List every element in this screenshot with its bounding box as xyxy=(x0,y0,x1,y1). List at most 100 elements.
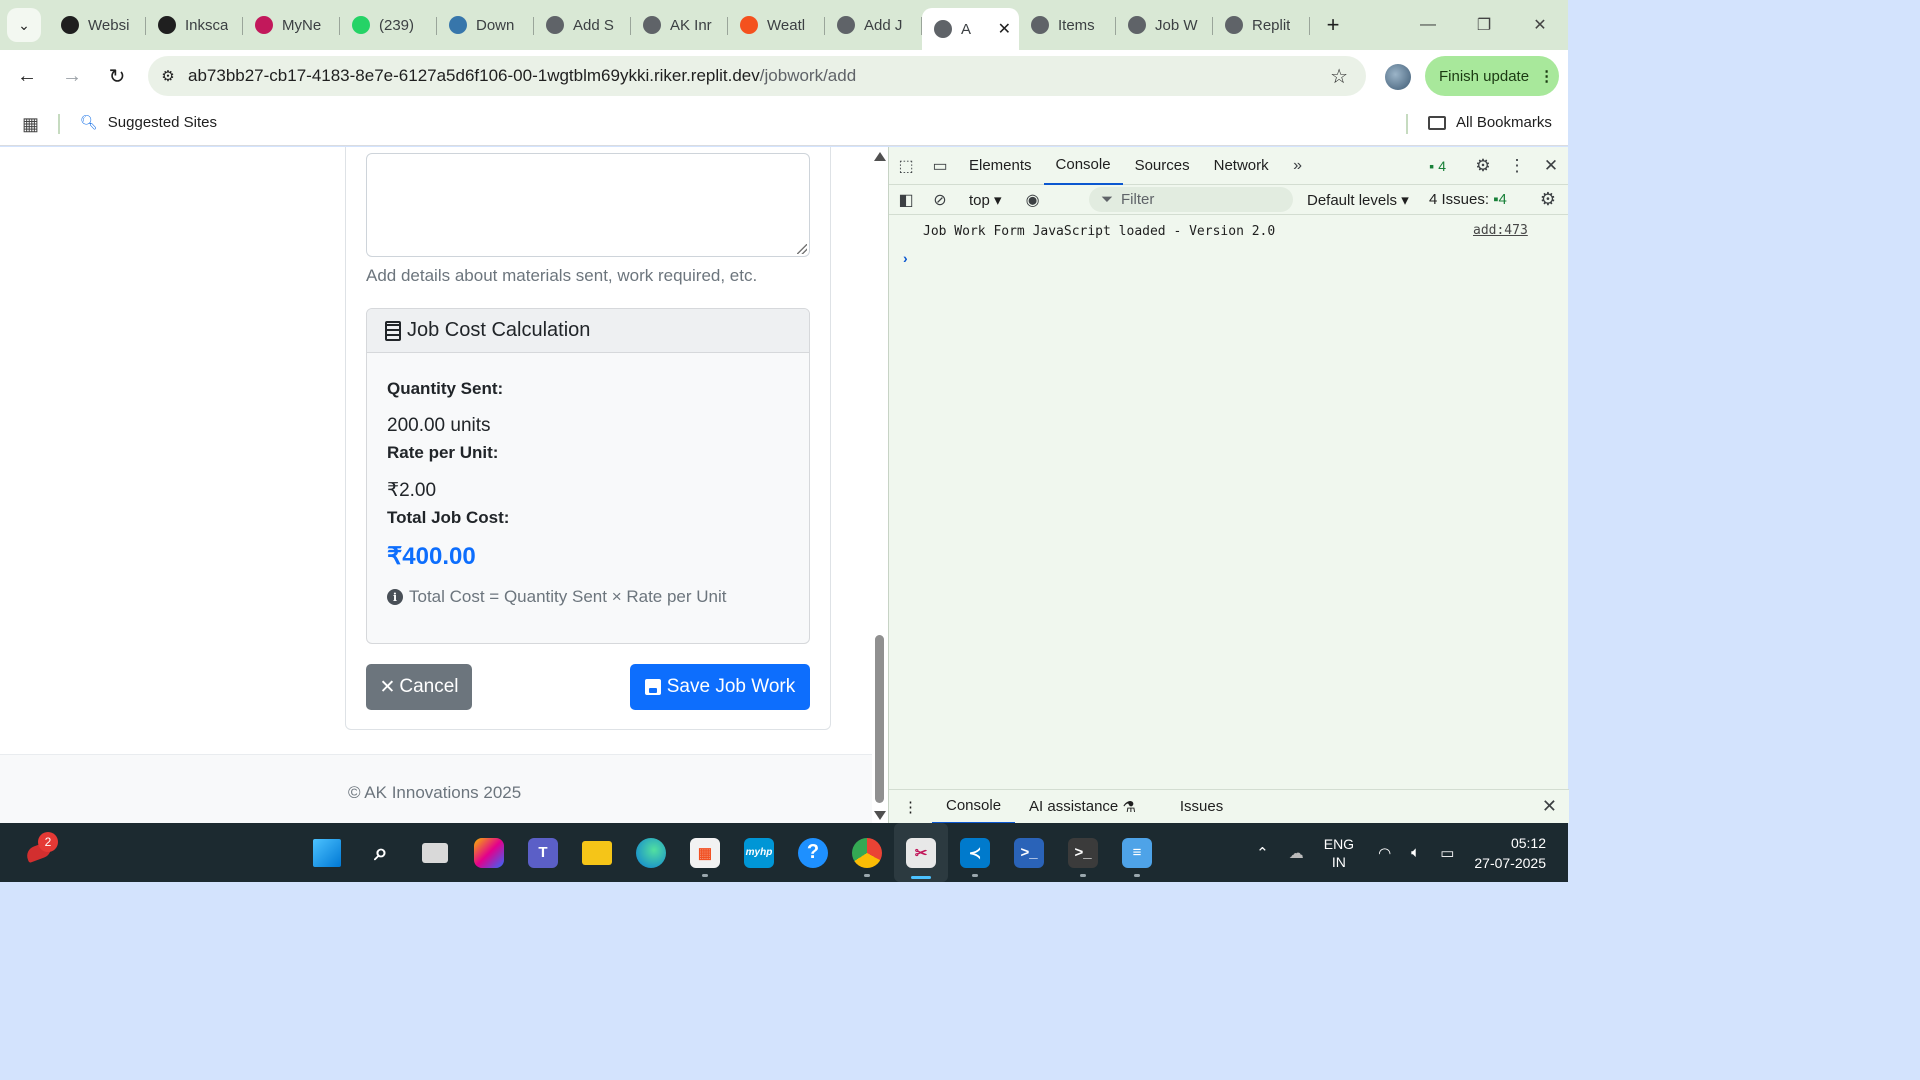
save-job-work-button[interactable]: Save Job Work xyxy=(630,664,810,710)
browser-tab[interactable]: Replit xyxy=(1213,7,1310,43)
browser-tab[interactable]: A ✕ xyxy=(922,8,1019,50)
cost-card-title: Job Cost Calculation xyxy=(407,319,591,341)
notepad-button[interactable]: ≡ xyxy=(1110,823,1164,882)
browser-tab[interactable]: Inksca xyxy=(146,7,243,43)
vscode-button[interactable]: ≺ xyxy=(948,823,1002,882)
context-select[interactable]: top ▾ xyxy=(969,191,1002,209)
show-hidden-icons-chevron-icon[interactable]: ⌃ xyxy=(1256,844,1269,862)
browser-toolbar: ← → ↻ ⚙ ab73bb27-cb17-4183-8e7e-6127a5d6… xyxy=(0,50,1568,102)
close-tab-icon[interactable]: ✕ xyxy=(998,19,1011,39)
browser-tab[interactable]: Websi xyxy=(49,7,146,43)
notification-app-icon[interactable]: 2 xyxy=(24,832,58,865)
page-scrollbar[interactable] xyxy=(872,147,888,823)
console-prompt-icon[interactable]: › xyxy=(903,250,908,266)
forward-button[interactable]: → xyxy=(52,56,92,96)
new-tab-button[interactable]: + xyxy=(1318,10,1348,40)
browser-tab[interactable]: Items xyxy=(1019,7,1116,43)
finish-update-button[interactable]: Finish update ⋮ xyxy=(1425,56,1559,96)
site-info-icon[interactable]: ⚙ xyxy=(148,67,188,85)
volume-icon[interactable]: 🔈︎ xyxy=(1411,844,1420,861)
more-tabs-icon[interactable]: » xyxy=(1281,147,1315,185)
browser-tab[interactable]: Add J xyxy=(825,7,922,43)
copilot-button[interactable] xyxy=(462,823,516,882)
address-bar[interactable]: ⚙ ab73bb27-cb17-4183-8e7e-6127a5d6f106-0… xyxy=(148,56,1366,96)
powershell-button[interactable]: >_ xyxy=(1002,823,1056,882)
device-toolbar-icon[interactable]: ▭ xyxy=(923,147,957,185)
browser-tab[interactable]: Down xyxy=(437,7,534,43)
browser-tab[interactable]: MyNe xyxy=(243,7,340,43)
task-view-button[interactable] xyxy=(408,823,462,882)
clock[interactable]: 05:12 27-07-2025 xyxy=(1474,833,1546,873)
restore-button[interactable]: ❐ xyxy=(1456,0,1512,50)
terminal-button[interactable]: >_ xyxy=(1056,823,1110,882)
console-filter-input[interactable]: ⏷ Filter xyxy=(1089,187,1293,212)
reload-button[interactable]: ↻ xyxy=(97,56,137,96)
issues-button[interactable]: 4 Issues: ▪4 xyxy=(1429,191,1507,208)
close-devtools-icon[interactable]: ✕ xyxy=(1534,156,1568,176)
wifi-icon[interactable]: ◠ xyxy=(1378,844,1391,862)
console-settings-icon[interactable]: ⚙ xyxy=(1540,189,1556,210)
myhp-icon: myhp xyxy=(744,837,774,868)
drawer-menu-icon[interactable]: ⋮ xyxy=(889,790,932,824)
settings-gear-icon[interactable]: ⚙ xyxy=(1466,156,1500,176)
notes-textarea[interactable] xyxy=(366,153,810,257)
devtools-tab-console[interactable]: Console xyxy=(1043,147,1123,185)
myhp-button[interactable]: myhp xyxy=(732,823,786,882)
help-button[interactable]: ? xyxy=(786,823,840,882)
profile-avatar[interactable] xyxy=(1385,64,1411,90)
devtools-tab-sources[interactable]: Sources xyxy=(1123,147,1202,185)
tab-search-button[interactable]: ⌄ xyxy=(7,8,41,42)
file-explorer-button[interactable] xyxy=(570,823,624,882)
close-icon: ✕ xyxy=(379,676,396,698)
browser-tab[interactable]: Job W xyxy=(1116,7,1213,43)
battery-icon[interactable]: ▭ xyxy=(1440,844,1454,862)
inspect-element-icon[interactable]: ⬚ xyxy=(889,147,923,185)
scrollbar-thumb[interactable] xyxy=(875,635,884,803)
tab-list: Websi Inksca MyNe (239) Down Add S AK Inr Weatl… xyxy=(49,0,1310,50)
minimize-button[interactable]: — xyxy=(1400,0,1456,50)
messages-count[interactable]: ▪ 4 xyxy=(1429,158,1446,174)
drawer-tab-issues[interactable]: Issues xyxy=(1166,790,1237,824)
browser-tab[interactable]: (239) xyxy=(340,7,437,43)
snipping-tool-button[interactable]: ✂ xyxy=(894,823,948,882)
store-button[interactable]: ▦ xyxy=(678,823,732,882)
close-drawer-icon[interactable]: ✕ xyxy=(1542,796,1557,817)
devtools-tab-network[interactable]: Network xyxy=(1202,147,1281,185)
clear-console-icon[interactable]: ⊘ xyxy=(923,181,957,219)
all-bookmarks-button[interactable]: All Bookmarks xyxy=(1428,114,1552,131)
search-taskbar-button[interactable]: ⌕ xyxy=(354,823,408,882)
drawer-tab-console[interactable]: Console xyxy=(932,790,1016,824)
scroll-down-arrow-icon[interactable] xyxy=(874,811,886,820)
scroll-up-arrow-icon[interactable] xyxy=(874,152,886,161)
close-window-button[interactable]: ✕ xyxy=(1512,0,1568,50)
language-indicator[interactable]: ENG IN xyxy=(1324,835,1354,871)
resize-grip-icon[interactable] xyxy=(797,244,807,254)
onedrive-icon[interactable]: ☁ xyxy=(1289,844,1304,862)
cancel-button[interactable]: ✕ Cancel xyxy=(366,664,472,710)
drawer-tab-ai-assistance[interactable]: AI assistance ⚗ xyxy=(1015,790,1150,824)
browser-tab[interactable]: AK Inr xyxy=(631,7,728,43)
edge-button[interactable] xyxy=(624,823,678,882)
bookmark-star-icon[interactable]: ☆ xyxy=(1330,64,1348,89)
browser-tab[interactable]: Add S xyxy=(534,7,631,43)
task-view-icon xyxy=(422,842,448,863)
back-button[interactable]: ← xyxy=(7,56,47,96)
apps-grid-icon[interactable]: ▦ xyxy=(22,114,39,135)
teams-button[interactable]: T xyxy=(516,823,570,882)
devtools-tab-bar: ⬚ ▭ Elements Console Sources Network » ▪… xyxy=(889,147,1568,185)
log-levels-select[interactable]: Default levels ▾ xyxy=(1307,191,1409,209)
bookmark-suggested-sites[interactable]: 🔍︎ Suggested Sites xyxy=(80,114,217,131)
devtools-tab-elements[interactable]: Elements xyxy=(957,147,1044,185)
devtools-drawer: ⋮ Console AI assistance ⚗ Issues ✕ xyxy=(889,789,1569,824)
footer-copyright: © AK Innovations 2025 xyxy=(348,783,522,802)
console-source-link[interactable]: add:473 xyxy=(1473,223,1528,238)
running-indicator xyxy=(864,874,870,877)
start-button[interactable] xyxy=(300,823,354,882)
windows-taskbar: 2 ⌕ T ▦ myhp ? ✂ ≺ >_ >_ ≡ ⌃ ☁ ENG IN ◠ 🔈… xyxy=(0,823,1568,882)
live-expression-eye-icon[interactable]: ◉ xyxy=(1016,181,1050,219)
globe-icon xyxy=(1128,16,1146,34)
sidebar-toggle-icon[interactable]: ◧ xyxy=(889,181,923,219)
chrome-button[interactable] xyxy=(840,823,894,882)
more-vert-icon[interactable]: ⋮ xyxy=(1500,156,1534,176)
browser-tab[interactable]: Weatl xyxy=(728,7,825,43)
